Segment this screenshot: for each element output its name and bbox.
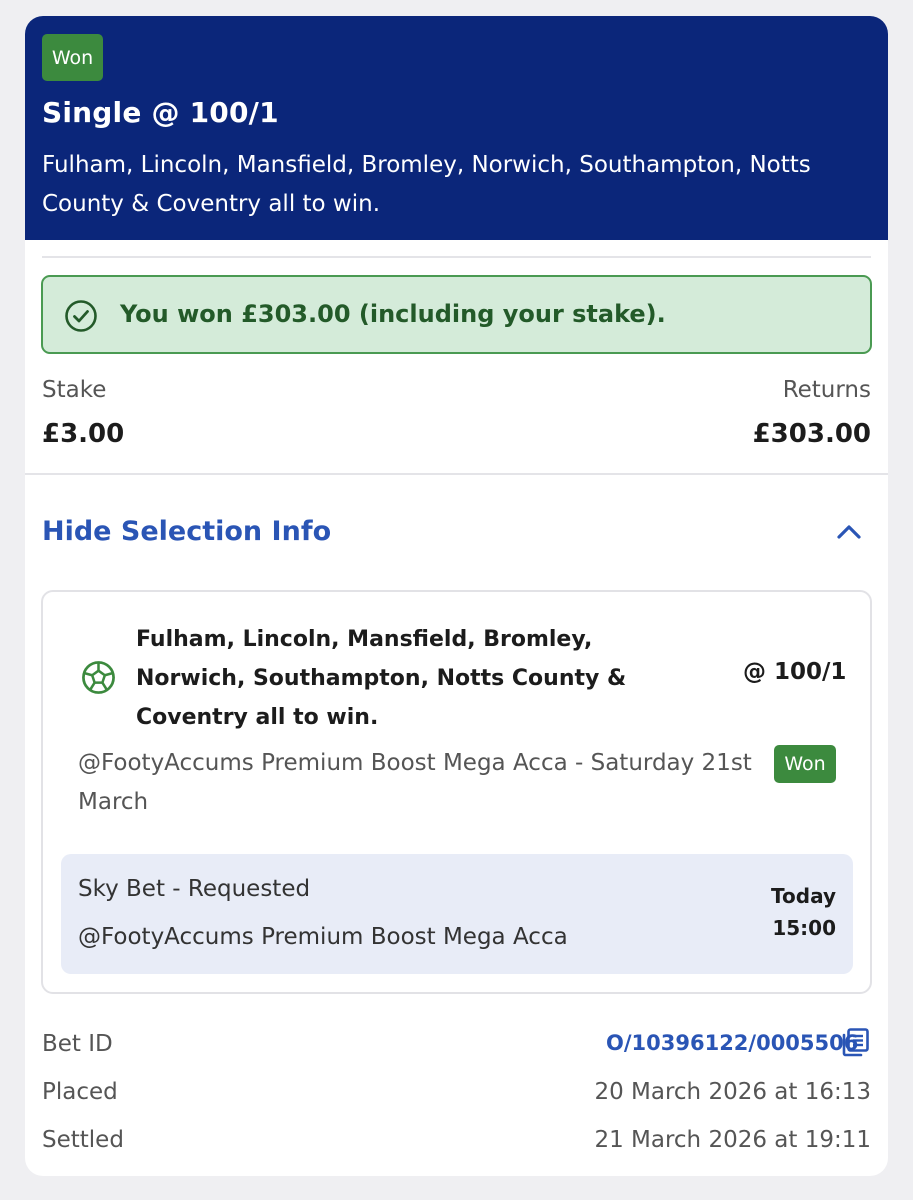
divider bbox=[42, 256, 871, 258]
stake-label: Stake bbox=[42, 377, 107, 403]
selection-card: Fulham, Lincoln, Mansfield, Bromley, Nor… bbox=[41, 590, 872, 994]
stake-value: £3.00 bbox=[42, 419, 125, 449]
copy-icon[interactable] bbox=[840, 1027, 870, 1057]
chevron-up-icon[interactable] bbox=[835, 521, 863, 541]
selection-status-badge: Won bbox=[774, 745, 836, 783]
returns-label: Returns bbox=[782, 377, 871, 403]
divider bbox=[25, 473, 888, 475]
event-day: Today bbox=[771, 884, 836, 908]
bet-card: Won Single @ 100/1 Fulham, Lincoln, Mans… bbox=[25, 16, 888, 1176]
event-details: Sky Bet - Requested @FootyAccums Premium… bbox=[61, 854, 853, 974]
bet-title: Single @ 100/1 bbox=[42, 96, 279, 129]
returns-value: £303.00 bbox=[752, 419, 871, 449]
placed-value: 20 March 2026 at 16:13 bbox=[594, 1079, 871, 1105]
selection-odds: @ 100/1 bbox=[743, 659, 847, 685]
settled-value: 21 March 2026 at 19:11 bbox=[594, 1127, 871, 1153]
placed-label: Placed bbox=[42, 1079, 118, 1105]
status-badge: Won bbox=[42, 34, 103, 81]
check-circle-icon bbox=[65, 300, 97, 332]
settled-label: Settled bbox=[42, 1127, 124, 1153]
bet-id-value[interactable]: O/10396122/0005506 bbox=[606, 1031, 858, 1055]
selection-title: Fulham, Lincoln, Mansfield, Bromley, Nor… bbox=[136, 627, 627, 730]
selection-market: @FootyAccums Premium Boost Mega Acca - S… bbox=[78, 750, 752, 815]
event-time: 15:00 bbox=[772, 916, 836, 940]
bet-header: Won Single @ 100/1 Fulham, Lincoln, Mans… bbox=[25, 16, 888, 240]
hide-selection-info-toggle[interactable]: Hide Selection Info bbox=[42, 516, 331, 547]
football-icon bbox=[82, 661, 115, 694]
event-name: Sky Bet - Requested bbox=[78, 876, 311, 902]
bet-description: Fulham, Lincoln, Mansfield, Bromley, Nor… bbox=[42, 152, 811, 217]
win-result-banner: You won £303.00 (including your stake). bbox=[41, 275, 872, 354]
bet-id-label: Bet ID bbox=[42, 1031, 113, 1057]
event-subtitle: @FootyAccums Premium Boost Mega Acca bbox=[78, 924, 568, 950]
win-result-text: You won £303.00 (including your stake). bbox=[120, 300, 666, 328]
